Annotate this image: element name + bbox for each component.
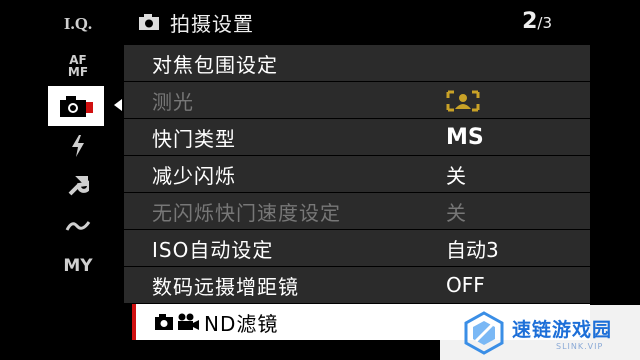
menu-row-label: 对焦包围设定 bbox=[152, 52, 278, 77]
my-menu-label: MY bbox=[63, 256, 93, 276]
menu-list: 对焦包围设定 测光 快门类型 MS 减少闪烁 关 无闪烁快门速度设定 关 ISO… bbox=[124, 45, 590, 341]
menu-row-iso-auto[interactable]: ISO自动设定 自动3 bbox=[124, 230, 590, 266]
menu-row-focus-bracket[interactable]: 对焦包围设定 bbox=[124, 45, 590, 81]
menu-row-label: 测光 bbox=[152, 89, 194, 114]
setup-tab[interactable] bbox=[56, 168, 100, 204]
menu-row-label-group: ND滤镜 bbox=[154, 308, 278, 337]
page-total: /3 bbox=[537, 14, 552, 32]
af-mf-tab[interactable]: AF MF bbox=[56, 48, 100, 84]
menu-row-label: 无闪烁快门速度设定 bbox=[152, 200, 341, 225]
connection-icon bbox=[65, 221, 91, 231]
menu-row-value: 关 bbox=[446, 200, 466, 225]
menu-row-label: 快门类型 bbox=[152, 126, 236, 151]
page-current: 2 bbox=[522, 9, 538, 34]
connection-tab[interactable] bbox=[56, 208, 100, 244]
menu-row-label: ISO自动设定 bbox=[152, 237, 274, 262]
category-sidebar: I.Q. AF MF MY bbox=[0, 0, 108, 360]
menu-row-metering: 测光 bbox=[124, 82, 590, 118]
menu-row-label: ND滤镜 bbox=[204, 311, 279, 336]
watermark: 速链游戏园 SLINK.VIP bbox=[440, 305, 640, 360]
menu-row-flickerless-shutter: 无闪烁快门速度设定 关 bbox=[124, 193, 590, 229]
my-menu-tab[interactable]: MY bbox=[56, 248, 100, 284]
camera-icon bbox=[60, 96, 93, 117]
camera-icon bbox=[139, 14, 159, 30]
menu-row-label: 减少闪烁 bbox=[152, 163, 236, 188]
camera-video-icon bbox=[155, 313, 199, 330]
watermark-text: 速链游戏园 SLINK.VIP bbox=[512, 315, 612, 351]
flash-tab[interactable] bbox=[56, 128, 100, 164]
menu-row-value: 自动3 bbox=[446, 237, 499, 262]
watermark-sub: SLINK.VIP bbox=[556, 341, 604, 351]
af-mf-label: AF MF bbox=[67, 53, 89, 79]
flash-icon bbox=[72, 135, 84, 157]
page-title: 拍摄设置 bbox=[170, 11, 254, 36]
image-quality-tab[interactable]: I.Q. bbox=[56, 6, 100, 42]
menu-row-value: 关 bbox=[446, 163, 466, 188]
menu-row-flicker-reduction[interactable]: 减少闪烁 关 bbox=[124, 156, 590, 192]
page-indicator: 2/3 bbox=[522, 9, 552, 34]
image-quality-label: I.Q. bbox=[63, 14, 93, 33]
shooting-settings-tab[interactable] bbox=[48, 86, 104, 126]
wrench-icon bbox=[68, 176, 89, 196]
menu-header: 拍摄设置 2/3 bbox=[124, 4, 590, 40]
menu-row-shutter-type[interactable]: 快门类型 MS bbox=[124, 119, 590, 155]
menu-row-digital-teleconverter[interactable]: 数码远摄增距镜 OFF bbox=[124, 267, 590, 303]
menu-row-label: 数码远摄增距镜 bbox=[152, 274, 299, 299]
active-category-arrow-icon bbox=[114, 99, 122, 111]
watermark-main: 速链游戏园 bbox=[512, 318, 613, 341]
watermark-logo-icon bbox=[464, 310, 504, 355]
menu-row-value: OFF bbox=[446, 273, 485, 297]
face-metering-icon bbox=[446, 90, 480, 117]
menu-row-value: MS bbox=[446, 124, 484, 150]
